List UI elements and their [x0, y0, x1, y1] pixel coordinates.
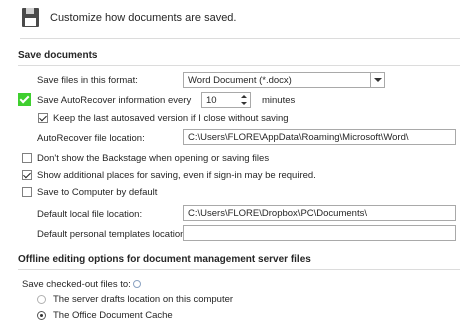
keep-last-checkbox[interactable] [38, 113, 48, 123]
offline-heading: Offline editing options for document man… [18, 254, 311, 265]
checked-out-label: Save checked-out files to: [22, 279, 131, 290]
save-documents-heading: Save documents [18, 50, 98, 61]
additional-places-checkbox[interactable] [22, 170, 32, 180]
format-label: Save files in this format: [37, 75, 138, 86]
additional-places-label: Show additional places for saving, even … [37, 170, 316, 181]
radio-office-cache[interactable] [37, 311, 46, 320]
autorecover-location-label: AutoRecover file location: [37, 133, 145, 144]
autorecover-minutes-value: 10 [206, 95, 217, 106]
header-divider [20, 38, 460, 39]
backstage-label: Don't show the Backstage when opening or… [37, 153, 270, 164]
default-local-input[interactable]: C:\Users\FLORE\Dropbox\PC\Documents\ [183, 205, 456, 221]
offline-divider [18, 269, 460, 270]
save-icon [22, 8, 39, 27]
save-to-computer-checkbox[interactable] [22, 187, 32, 197]
autorecover-minutes-stepper[interactable]: 10 [201, 92, 251, 108]
default-templates-label: Default personal templates location: [37, 229, 189, 240]
save-to-computer-label: Save to Computer by default [37, 187, 158, 198]
default-local-value: C:\Users\FLORE\Dropbox\PC\Documents\ [188, 208, 367, 219]
format-select-value: Word Document (*.docx) [188, 75, 292, 86]
autorecover-location-input[interactable]: C:\Users\FLORE\AppData\Roaming\Microsoft… [183, 129, 456, 145]
radio-server-drafts[interactable] [37, 295, 46, 304]
default-templates-input[interactable] [183, 225, 456, 241]
keep-last-label: Keep the last autosaved version if I clo… [53, 113, 289, 124]
office-cache-label: The Office Document Cache [53, 310, 173, 321]
autorecover-checkbox[interactable] [18, 93, 31, 106]
default-local-label: Default local file location: [37, 209, 143, 220]
server-drafts-label: The server drafts location on this compu… [53, 294, 234, 305]
format-select[interactable]: Word Document (*.docx) [183, 72, 385, 88]
chevron-down-icon[interactable] [370, 73, 384, 87]
autorecover-label: Save AutoRecover information every [37, 95, 192, 106]
info-icon [133, 280, 141, 288]
backstage-checkbox[interactable] [22, 153, 32, 163]
autorecover-location-value: C:\Users\FLORE\AppData\Roaming\Microsoft… [188, 132, 409, 143]
minutes-label: minutes [262, 95, 296, 106]
section-divider [18, 65, 460, 66]
spinner-arrows-icon[interactable] [240, 93, 248, 107]
page-header: Customize how documents are saved. [50, 12, 237, 24]
